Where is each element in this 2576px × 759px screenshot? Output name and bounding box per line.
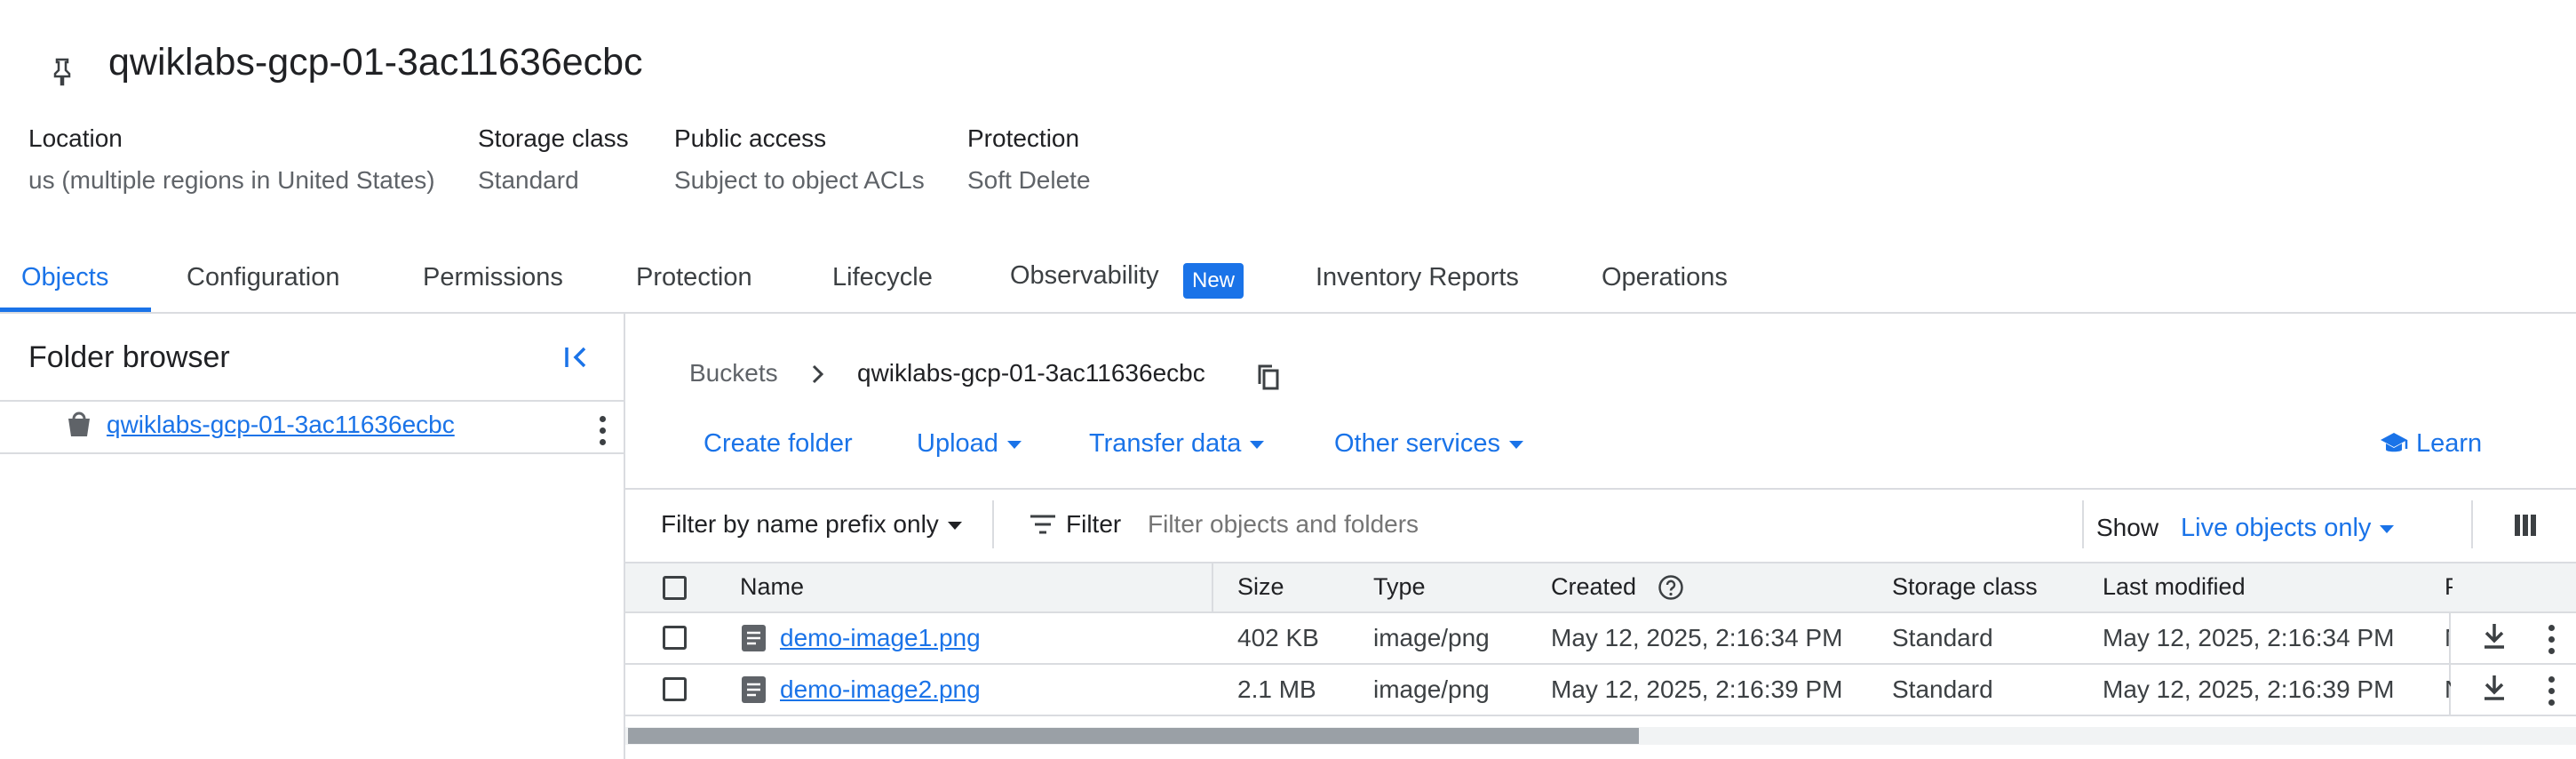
other-services-dropdown-icon — [1508, 440, 1523, 449]
object-type: image/png — [1373, 624, 1490, 651]
folder-browser-divider-bottom — [0, 452, 624, 454]
info-location-value: us (multiple regions in United States) — [28, 166, 435, 194]
show-caret-icon — [2380, 524, 2395, 533]
object-storage-class: Standard — [1892, 624, 1993, 651]
columns-divider — [2471, 500, 2473, 548]
show-label: Show — [2096, 514, 2159, 541]
object-last-modified: May 12, 2025, 2:16:34 PM — [2103, 624, 2395, 651]
filter-bar-top-border — [625, 488, 2576, 490]
header-clipped: P — [2445, 573, 2453, 601]
row-checkbox[interactable] — [663, 677, 687, 701]
collapse-panel-icon[interactable] — [561, 343, 590, 372]
header-last-modified[interactable]: Last modified — [2103, 573, 2246, 601]
object-created: May 12, 2025, 2:16:39 PM — [1551, 675, 1843, 703]
row-checkbox[interactable] — [663, 626, 687, 650]
tab-observability[interactable]: Observability — [1010, 261, 1159, 291]
tab-lifecycle[interactable]: Lifecycle — [832, 263, 933, 292]
other-services-button[interactable]: Other services — [1334, 429, 1523, 459]
header-created[interactable]: Created — [1551, 573, 1636, 601]
new-badge: New — [1183, 263, 1244, 299]
tab-objects[interactable]: Objects — [21, 263, 108, 292]
object-created: May 12, 2025, 2:16:34 PM — [1551, 624, 1843, 651]
tab-protection[interactable]: Protection — [636, 263, 752, 292]
upload-button-label: Upload — [917, 429, 998, 458]
create-folder-button[interactable]: Create folder — [704, 429, 853, 459]
more-actions-icon[interactable] — [2548, 676, 2555, 706]
learn-button[interactable]: Learn — [2416, 429, 2482, 459]
transfer-dropdown-icon — [1250, 440, 1265, 449]
object-type: image/png — [1373, 675, 1490, 703]
transfer-data-button[interactable]: Transfer data — [1089, 429, 1265, 459]
object-name-link[interactable]: demo-image2.png — [780, 675, 981, 704]
filter-list-icon — [1029, 512, 1057, 537]
header-storage-class[interactable]: Storage class — [1892, 573, 2038, 601]
folder-item-more-icon[interactable] — [599, 416, 606, 445]
page-title: qwiklabs-gcp-01-3ac11636ecbc — [108, 41, 643, 84]
header-divider-name — [1212, 563, 1213, 611]
file-icon — [742, 676, 766, 703]
school-icon — [2379, 430, 2409, 457]
object-size: 402 KB — [1237, 624, 1319, 651]
select-all-checkbox[interactable] — [663, 576, 687, 600]
transfer-data-label: Transfer data — [1089, 429, 1242, 458]
breadcrumb-current: qwiklabs-gcp-01-3ac11636ecbc — [857, 359, 1205, 387]
info-public-access-label: Public access — [674, 124, 827, 152]
tab-configuration[interactable]: Configuration — [187, 263, 340, 292]
breadcrumb-buckets[interactable]: Buckets — [689, 359, 778, 387]
info-protection-label: Protection — [967, 124, 1080, 152]
info-storage-class-label: Storage class — [478, 124, 629, 152]
show-live-objects-dropdown[interactable]: Live objects only — [2181, 514, 2395, 543]
help-icon[interactable] — [1658, 574, 1684, 601]
object-name-link[interactable]: demo-image1.png — [780, 624, 981, 652]
tab-operations[interactable]: Operations — [1602, 263, 1728, 292]
info-protection-value: Soft Delete — [967, 166, 1091, 194]
folder-browser-divider-top — [0, 400, 624, 402]
pin-icon[interactable] — [52, 57, 73, 87]
download-icon[interactable] — [2482, 674, 2507, 702]
object-storage-class: Standard — [1892, 675, 1993, 703]
tab-inventory-reports[interactable]: Inventory Reports — [1316, 263, 1519, 292]
more-actions-icon[interactable] — [2548, 625, 2555, 654]
folder-tree-bucket-link[interactable]: qwiklabs-gcp-01-3ac11636ecbc — [107, 411, 455, 439]
filter-divider — [992, 500, 994, 548]
info-location-label: Location — [28, 124, 123, 152]
header-type[interactable]: Type — [1373, 573, 1426, 601]
other-services-label: Other services — [1334, 429, 1500, 458]
show-divider — [2082, 500, 2084, 548]
filter-objects-input[interactable] — [1146, 504, 2073, 545]
filter-prefix-caret-icon — [947, 522, 962, 531]
object-size: 2.1 MB — [1237, 675, 1316, 703]
info-storage-class-value: Standard — [478, 166, 579, 194]
file-icon — [742, 625, 766, 651]
filter-prefix-dropdown[interactable]: Filter by name prefix only — [661, 510, 962, 539]
tab-permissions[interactable]: Permissions — [423, 263, 563, 292]
tabs-divider — [0, 312, 2576, 314]
upload-dropdown-icon — [1006, 440, 1022, 449]
header-name[interactable]: Name — [740, 573, 804, 601]
download-icon[interactable] — [2482, 622, 2507, 651]
object-last-modified: May 12, 2025, 2:16:39 PM — [2103, 675, 2395, 703]
show-value-label: Live objects only — [2181, 514, 2372, 542]
info-public-access-value: Subject to object ACLs — [674, 166, 925, 194]
header-size[interactable]: Size — [1237, 573, 1284, 601]
copy-icon[interactable] — [1256, 363, 1281, 391]
object-clipped-cell: N — [2445, 675, 2451, 704]
upload-button[interactable]: Upload — [917, 429, 1022, 459]
folder-browser-title: Folder browser — [28, 340, 230, 374]
horizontal-scrollbar-thumb[interactable] — [628, 728, 1639, 744]
chevron-right-icon — [809, 362, 827, 387]
filter-label: Filter — [1066, 510, 1122, 538]
column-display-icon[interactable] — [2514, 514, 2537, 537]
bucket-icon — [66, 411, 92, 438]
filter-prefix-label: Filter by name prefix only — [661, 510, 939, 538]
